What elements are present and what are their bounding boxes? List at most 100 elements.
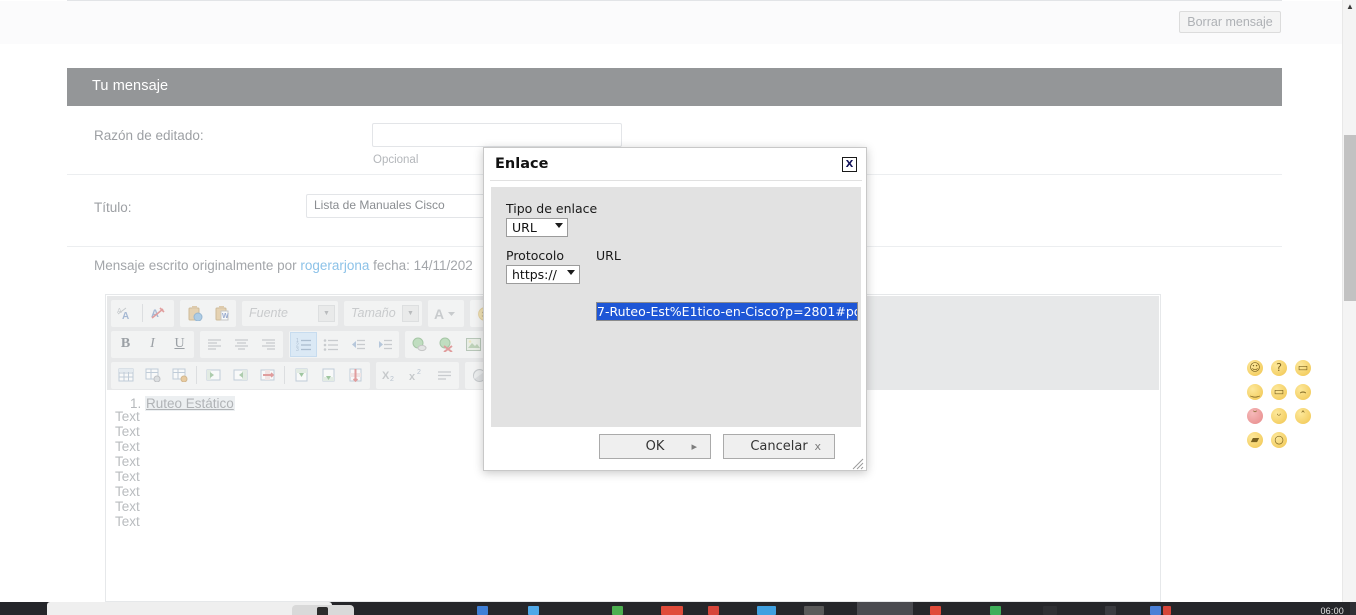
table-properties-icon[interactable]	[139, 363, 166, 388]
svg-text:x: x	[409, 371, 416, 382]
document-line: Text	[115, 469, 140, 484]
align-right-icon[interactable]	[255, 332, 282, 357]
emoticon-tongue[interactable]: ᵕ	[1271, 408, 1287, 424]
remove-format-icon[interactable]: A	[146, 301, 173, 326]
taskbar-app-icon[interactable]	[990, 606, 1001, 615]
close-icon[interactable]: X	[842, 157, 857, 172]
document-line: Text	[115, 499, 140, 514]
emoticon-smile[interactable]: ☺	[1247, 360, 1263, 376]
subscript-icon[interactable]: X2	[377, 363, 404, 388]
underline-icon[interactable]: U	[166, 332, 193, 357]
insert-row-before-icon[interactable]	[288, 363, 315, 388]
link-dialog: Enlace X Tipo de enlace URL Protocolo ht…	[483, 147, 867, 471]
chevron-down-icon[interactable]: ▼	[402, 305, 419, 322]
emoticon-blush[interactable]: ˘	[1247, 408, 1263, 424]
dialog-title: Enlace	[495, 156, 548, 172]
font-color-icon[interactable]: A	[429, 301, 463, 326]
attribution-suffix: fecha: 14/11/202	[369, 258, 472, 273]
url-input[interactable]: 7-Ruteo-Est%E1tico-en-Cisco?p=2801#post2…	[596, 302, 858, 321]
taskbar-app-icon[interactable]	[708, 606, 719, 615]
taskbar-app-icon[interactable]	[477, 606, 488, 615]
align-center-icon[interactable]	[228, 332, 255, 357]
insert-column-right-icon[interactable]	[227, 363, 254, 388]
insert-row-after-icon[interactable]	[315, 363, 342, 388]
font-family-select[interactable]: Fuente ▼	[242, 301, 338, 326]
emoticon-confused[interactable]: ?	[1271, 360, 1287, 376]
delete-column-icon[interactable]	[254, 363, 281, 388]
chevron-down-icon	[567, 270, 575, 275]
svg-text:A: A	[434, 306, 444, 321]
emoticon-surprised[interactable]: ○	[1271, 432, 1287, 448]
horizontal-rule-icon[interactable]	[431, 363, 458, 388]
taskbar-app-icon[interactable]	[1150, 606, 1161, 615]
toolbar-group-color: A	[428, 300, 464, 327]
edit-reason-input[interactable]	[372, 123, 622, 147]
align-left-icon[interactable]	[201, 332, 228, 357]
taskbar-active-app[interactable]	[857, 602, 913, 615]
protocol-value: https://	[512, 267, 557, 282]
italic-icon[interactable]: I	[139, 332, 166, 357]
link-type-select[interactable]: URL	[506, 218, 568, 237]
taskbar-window-preview[interactable]	[47, 602, 332, 615]
delete-message-button[interactable]: Borrar mensaje	[1179, 11, 1281, 33]
toolbar-separator	[284, 366, 285, 384]
dialog-footer: OK ▸ Cancelar x	[491, 434, 861, 466]
link-icon[interactable]	[406, 332, 433, 357]
dialog-body: Tipo de enlace URL Protocolo https:// UR…	[491, 187, 861, 427]
paste-icon[interactable]	[181, 301, 208, 326]
taskbar-app-icon[interactable]	[1105, 606, 1116, 615]
emoticon-cool[interactable]: ▰	[1247, 432, 1263, 448]
scroll-up-arrow-icon[interactable]: ▲	[1346, 2, 1354, 11]
taskbar: 06:00	[0, 602, 1356, 615]
numbered-list-icon[interactable]: 123	[290, 332, 317, 357]
taskbar-app-icon[interactable]	[661, 606, 683, 615]
cancel-x-icon: x	[814, 435, 821, 458]
font-size-value: Tamaño	[351, 306, 396, 320]
screen: Borrar mensaje Tu mensaje Razón de edita…	[0, 0, 1356, 615]
insert-column-left-icon[interactable]	[200, 363, 227, 388]
page-scrollbar[interactable]: ▲	[1342, 0, 1356, 602]
taskbar-app-icon[interactable]	[528, 606, 539, 615]
taskbar-right-edge	[1350, 602, 1356, 615]
document-line: Text	[115, 484, 140, 499]
svg-text:2: 2	[417, 369, 421, 376]
delete-row-icon[interactable]	[342, 363, 369, 388]
cancel-button[interactable]: Cancelar x	[723, 434, 835, 459]
taskbar-app-icon[interactable]	[804, 606, 824, 615]
protocol-label: Protocolo	[506, 248, 564, 263]
url-label: URL	[596, 248, 621, 263]
font-size-select[interactable]: Tamaño ▼	[344, 301, 422, 326]
taskbar-app-icon[interactable]	[1163, 606, 1171, 615]
bold-icon[interactable]: B	[112, 332, 139, 357]
emoticon-laugh[interactable]: ▭	[1271, 384, 1287, 400]
emoticon-sad[interactable]: ⌢	[1295, 384, 1311, 400]
ok-button[interactable]: OK ▸	[599, 434, 711, 459]
dialog-resize-handle[interactable]	[851, 455, 864, 468]
table-delete-icon[interactable]	[166, 363, 193, 388]
toolbar-group-table	[111, 362, 370, 389]
text-color-icon[interactable]: AA	[112, 301, 139, 326]
bulleted-list-icon[interactable]	[317, 332, 344, 357]
scrollbar-thumb[interactable]	[1344, 135, 1356, 301]
taskbar-app-icon[interactable]	[612, 606, 623, 615]
document-link[interactable]: Ruteo Estático	[145, 396, 235, 411]
outdent-icon[interactable]	[344, 332, 371, 357]
list-item: Ruteo Estático	[145, 396, 235, 411]
taskbar-app-icon[interactable]	[757, 606, 776, 615]
table-icon[interactable]	[112, 363, 139, 388]
superscript-icon[interactable]: x2	[404, 363, 431, 388]
emoticon-grin[interactable]: ▭	[1295, 360, 1311, 376]
panel-title: Tu mensaje	[92, 78, 168, 94]
chevron-down-icon[interactable]: ▼	[318, 305, 335, 322]
indent-icon[interactable]	[371, 332, 398, 357]
unlink-icon[interactable]	[433, 332, 460, 357]
protocol-select[interactable]: https://	[506, 265, 580, 284]
attribution-author-link[interactable]: rogerarjona	[300, 258, 369, 273]
paste-from-word-icon[interactable]: W	[208, 301, 235, 326]
taskbar-app-icon[interactable]	[930, 606, 941, 615]
emoticon-wink[interactable]: ˆ	[1295, 408, 1311, 424]
toolbar-separator	[142, 304, 143, 322]
emoticon-happy[interactable]: ‿	[1247, 384, 1263, 400]
svg-text:A: A	[122, 311, 129, 321]
taskbar-app-icon[interactable]	[1043, 606, 1057, 615]
